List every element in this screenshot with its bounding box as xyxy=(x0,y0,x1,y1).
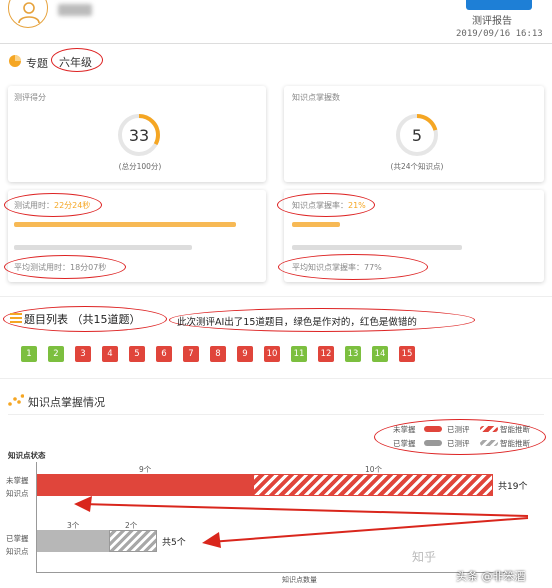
user-icon xyxy=(18,2,40,23)
question-5[interactable]: 5 xyxy=(129,346,145,362)
status-axis-title: 知识点状态 xyxy=(8,451,46,460)
watermark-toutiao: 头条 @非笨酒 xyxy=(456,570,526,583)
rate-avg: 平均知识点掌握率：77% xyxy=(292,262,382,273)
rate: 知识点掌握率：21% xyxy=(292,200,366,211)
question-2[interactable]: 2 xyxy=(48,346,64,362)
score-total: (总分100分) xyxy=(118,162,162,171)
brand-logo xyxy=(466,0,532,10)
legend-ai-2: 智能推断 xyxy=(500,439,530,448)
question-3[interactable]: 3 xyxy=(75,346,91,362)
time-used-label: 测试用时： xyxy=(14,201,54,210)
pie-chart-icon xyxy=(9,55,21,67)
annotation-note: 此次测评AI出了15道题目，绿色是作对的，红色是做错的 xyxy=(177,317,417,328)
question-7[interactable]: 7 xyxy=(183,346,199,362)
question-4[interactable]: 4 xyxy=(102,346,118,362)
question-1[interactable]: 1 xyxy=(21,346,37,362)
question-9[interactable]: 9 xyxy=(237,346,253,362)
time-used-value: 22分24秒 xyxy=(54,201,91,210)
report-title: 测评报告 xyxy=(472,16,512,27)
legend-unmastered: 未掌握 xyxy=(393,425,416,434)
legend-tested: 已测评 xyxy=(447,425,470,434)
x-axis xyxy=(36,572,512,573)
rate-label: 知识点掌握率： xyxy=(292,201,348,210)
rate-avg-label: 平均知识点掌握率： xyxy=(292,263,364,272)
question-11[interactable]: 11 xyxy=(291,346,307,362)
watermark-zhihu: 知乎 xyxy=(412,550,437,564)
annotation-arrows xyxy=(74,496,529,548)
report-date: 2019/09/16 16:13 xyxy=(456,29,543,39)
legend-tested-2: 已测评 xyxy=(447,439,470,448)
time-avg-value: 18分07秒 xyxy=(70,263,107,272)
knowledge-total: (共24个知识点) xyxy=(390,162,444,171)
legend-mastered: 已掌握 xyxy=(393,439,416,448)
divider xyxy=(0,296,552,297)
question-8[interactable]: 8 xyxy=(210,346,226,362)
bar-unmastered-ai-label: 10个 xyxy=(365,465,383,474)
score-value: 33 xyxy=(128,126,150,145)
time-avg-label: 平均测试用时： xyxy=(14,263,70,272)
question-12[interactable]: 12 xyxy=(318,346,334,362)
legend-ai: 智能推断 xyxy=(500,425,530,434)
question-10[interactable]: 10 xyxy=(264,346,280,362)
blurred-username xyxy=(58,4,92,16)
mastery-title: 知识点掌握情况 xyxy=(28,396,105,409)
list-icon xyxy=(10,313,22,323)
knowledge-card-title: 知识点掌握数 xyxy=(292,93,340,102)
divider xyxy=(0,378,552,379)
score-card-title: 测评得分 xyxy=(14,93,46,102)
legend-swatch-gray xyxy=(424,440,442,446)
legend-swatch-red xyxy=(424,426,442,432)
question-list: 1 2 3 4 5 6 7 8 9 10 11 12 13 14 15 xyxy=(21,346,431,362)
legend-swatch-red-hatch xyxy=(480,426,498,432)
question-13[interactable]: 13 xyxy=(345,346,361,362)
time-avg: 平均测试用时：18分07秒 xyxy=(14,262,106,273)
divider xyxy=(8,414,544,415)
knowledge-value: 5 xyxy=(411,126,423,145)
rate-avg-value: 77% xyxy=(364,263,382,272)
question-15[interactable]: 15 xyxy=(399,346,415,362)
topic-label: 专题 xyxy=(26,57,48,70)
legend-swatch-gray-hatch xyxy=(480,440,498,446)
bar-unmastered-tested-label: 9个 xyxy=(139,465,152,474)
rate-bar xyxy=(292,222,340,227)
time-avg-bar xyxy=(14,245,192,250)
time-used-bar xyxy=(14,222,236,227)
rate-value: 21% xyxy=(348,201,366,210)
grade-value: 六年级 xyxy=(59,56,92,69)
x-axis-title: 知识点数量 xyxy=(282,576,317,584)
time-used: 测试用时：22分24秒 xyxy=(14,200,90,211)
question-list-title: 题目列表 （共15道题） xyxy=(24,313,141,326)
question-14[interactable]: 14 xyxy=(372,346,388,362)
trend-icon xyxy=(8,394,24,406)
row1-label-a: 未掌握 xyxy=(6,476,29,485)
question-6[interactable]: 6 xyxy=(156,346,172,362)
rate-avg-bar xyxy=(292,245,462,250)
